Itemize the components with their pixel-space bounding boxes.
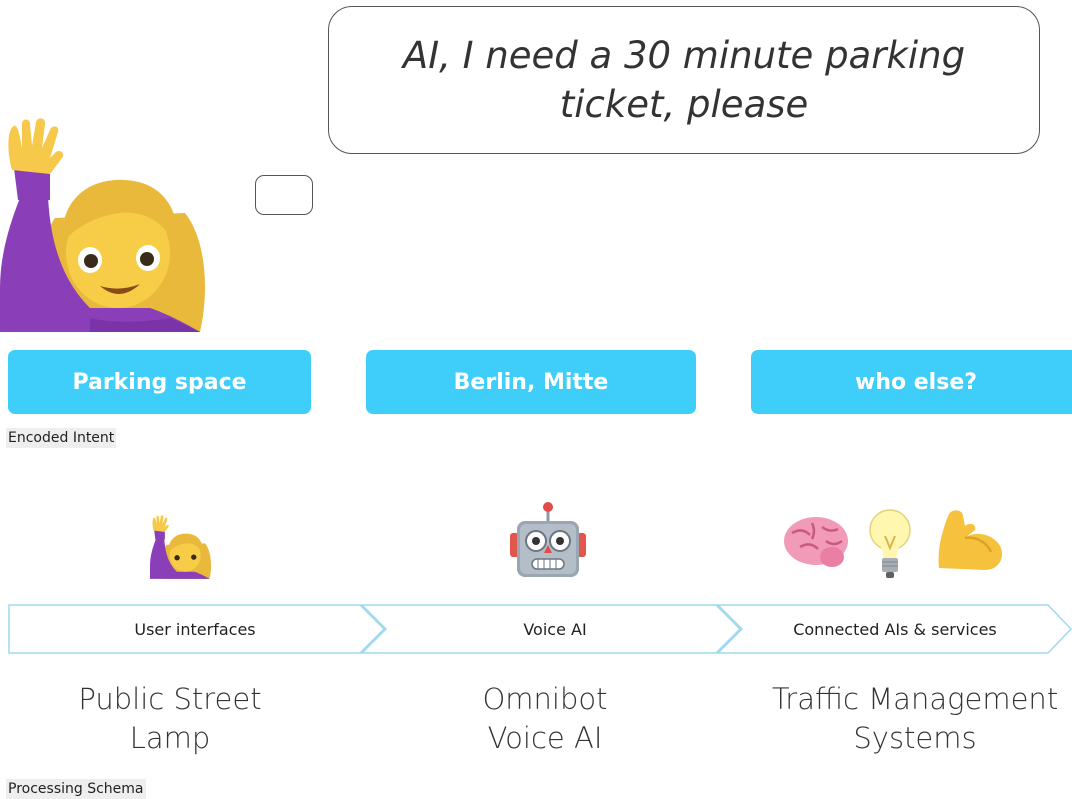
light-bulb-icon — [869, 509, 911, 578]
intent-pill-parking-space: Parking space — [8, 350, 311, 414]
intent-label: Parking space — [72, 369, 247, 395]
speech-text: AI, I need a 30 minute parking ticket, p… — [403, 31, 965, 129]
intent-label: Berlin, Mitte — [453, 369, 609, 395]
person-raising-hand-icon — [150, 515, 212, 579]
intent-pill-who-else: who else? — [751, 350, 1072, 414]
speech-line-2: ticket, please — [559, 83, 809, 126]
system-public-street-lamp: Public Street Lamp — [40, 680, 300, 758]
system-line-1: Traffic Management — [771, 682, 1059, 716]
caption-processing-schema: Processing Schema — [6, 779, 146, 799]
caption-encoded-intent: Encoded Intent — [6, 428, 117, 448]
system-line-1: Omnibot — [482, 682, 608, 716]
system-traffic-management: Traffic Management Systems — [750, 680, 1072, 758]
speech-line-1: AI, I need a 30 minute parking — [402, 34, 966, 77]
system-line-1: Public Street — [78, 682, 262, 716]
flexed-biceps-icon — [938, 510, 1003, 570]
system-line-2: Voice AI — [487, 721, 603, 755]
system-omnibot: Omnibot Voice AI — [420, 680, 670, 758]
speech-bubble: AI, I need a 30 minute parking ticket, p… — [328, 6, 1040, 154]
speech-bubble-tail — [255, 175, 313, 215]
system-line-2: Systems — [853, 721, 977, 755]
person-raising-hand-icon — [0, 118, 205, 332]
intent-label: who else? — [855, 369, 977, 395]
step-label-connected-services: Connected AIs & services — [793, 619, 997, 639]
robot-icon — [510, 502, 586, 577]
step-label-user-interfaces: User interfaces — [134, 619, 256, 639]
intent-pill-location: Berlin, Mitte — [366, 350, 696, 414]
brain-icon — [784, 517, 848, 567]
step-label-voice-ai: Voice AI — [523, 619, 587, 639]
system-line-2: Lamp — [129, 721, 211, 755]
